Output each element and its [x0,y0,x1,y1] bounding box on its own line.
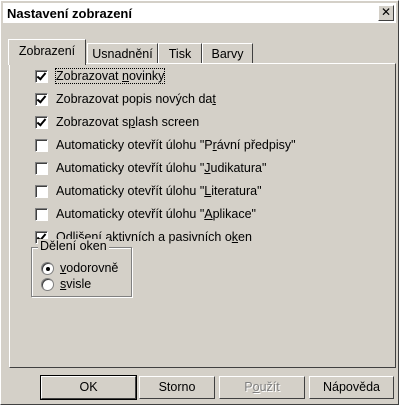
button-label: OK [79,380,98,394]
radio-vertical[interactable]: svisle [41,276,91,292]
button-label: Použít [244,380,280,394]
checkbox-box[interactable] [35,184,48,198]
button-label: Nápověda [323,380,380,394]
close-icon: ✕ [380,5,392,19]
dialog-title: Nastavení zobrazení [7,6,132,21]
tab-zobrazeni[interactable]: Zobrazení [8,39,86,65]
tab-label: Zobrazení [18,44,76,58]
checkbox-box[interactable] [35,115,48,129]
checkbox-show-data-description[interactable]: Zobrazovat popis nových dat [35,91,216,107]
group-legend: Dělení oken [38,239,109,253]
checkbox-show-news[interactable]: Zobrazovat novinky [35,68,166,84]
checkbox-show-splash-screen[interactable]: Zobrazovat splash screen [35,114,199,130]
checkbox-label: Zobrazovat novinky [54,68,166,84]
tab-panel: Zobrazovat novinky Zobrazovat popis nový… [9,63,396,368]
checkbox-label: Zobrazovat splash screen [56,115,200,129]
window-split-group: Dělení oken vodorovně svisle [31,239,132,297]
radio-button[interactable] [41,261,54,275]
checkbox-label: Automaticky otevřít úlohu "Literatura" [56,184,262,198]
checkbox-open-literatura[interactable]: Automaticky otevřít úlohu "Literatura" [35,183,262,199]
checkbox-label: Automaticky otevřít úlohu "Právní předpi… [56,138,296,152]
apply-button[interactable]: Použít [219,376,305,399]
checkbox-label: Zobrazovat popis nových dat [56,92,216,106]
checkbox-box[interactable] [35,69,48,83]
radio-label: vodorovně [60,261,119,275]
checkbox-open-judikatura[interactable]: Automaticky otevřít úlohu "Judikatura" [35,160,266,176]
button-label: Storno [158,380,196,394]
checkbox-box[interactable] [35,207,48,221]
checkbox-box[interactable] [35,161,48,175]
tab-usnadneni[interactable]: Usnadnění [87,43,158,63]
checkbox-box[interactable] [35,138,48,152]
radio-horizontal[interactable]: vodorovně [41,260,118,276]
settings-dialog: Nastavení zobrazení ✕ Zobrazení Usnadněn… [0,0,399,405]
ok-button[interactable]: OK [40,375,137,400]
tab-label: Barvy [211,47,244,61]
tab-tisk[interactable]: Tisk [158,43,202,63]
checkbox-label: Automaticky otevřít úlohu "Judikatura" [56,161,267,175]
close-button[interactable]: ✕ [378,5,394,21]
tab-barvy[interactable]: Barvy [202,43,253,63]
checkbox-open-aplikace[interactable]: Automaticky otevřít úlohu "Aplikace" [35,206,256,222]
cancel-button[interactable]: Storno [139,376,215,399]
checkbox-label: Automaticky otevřít úlohu "Aplikace" [56,207,256,221]
checkbox-box[interactable] [35,92,48,106]
checkbox-open-pravni-predpisy[interactable]: Automaticky otevřít úlohu "Právní předpi… [35,137,296,153]
radio-label: svisle [60,277,92,291]
title-bar: Nastavení zobrazení ✕ [3,3,396,23]
tab-label: Tisk [168,47,192,61]
radio-button[interactable] [41,277,54,291]
tab-label: Usnadnění [92,47,153,61]
help-button[interactable]: Nápověda [309,376,394,399]
